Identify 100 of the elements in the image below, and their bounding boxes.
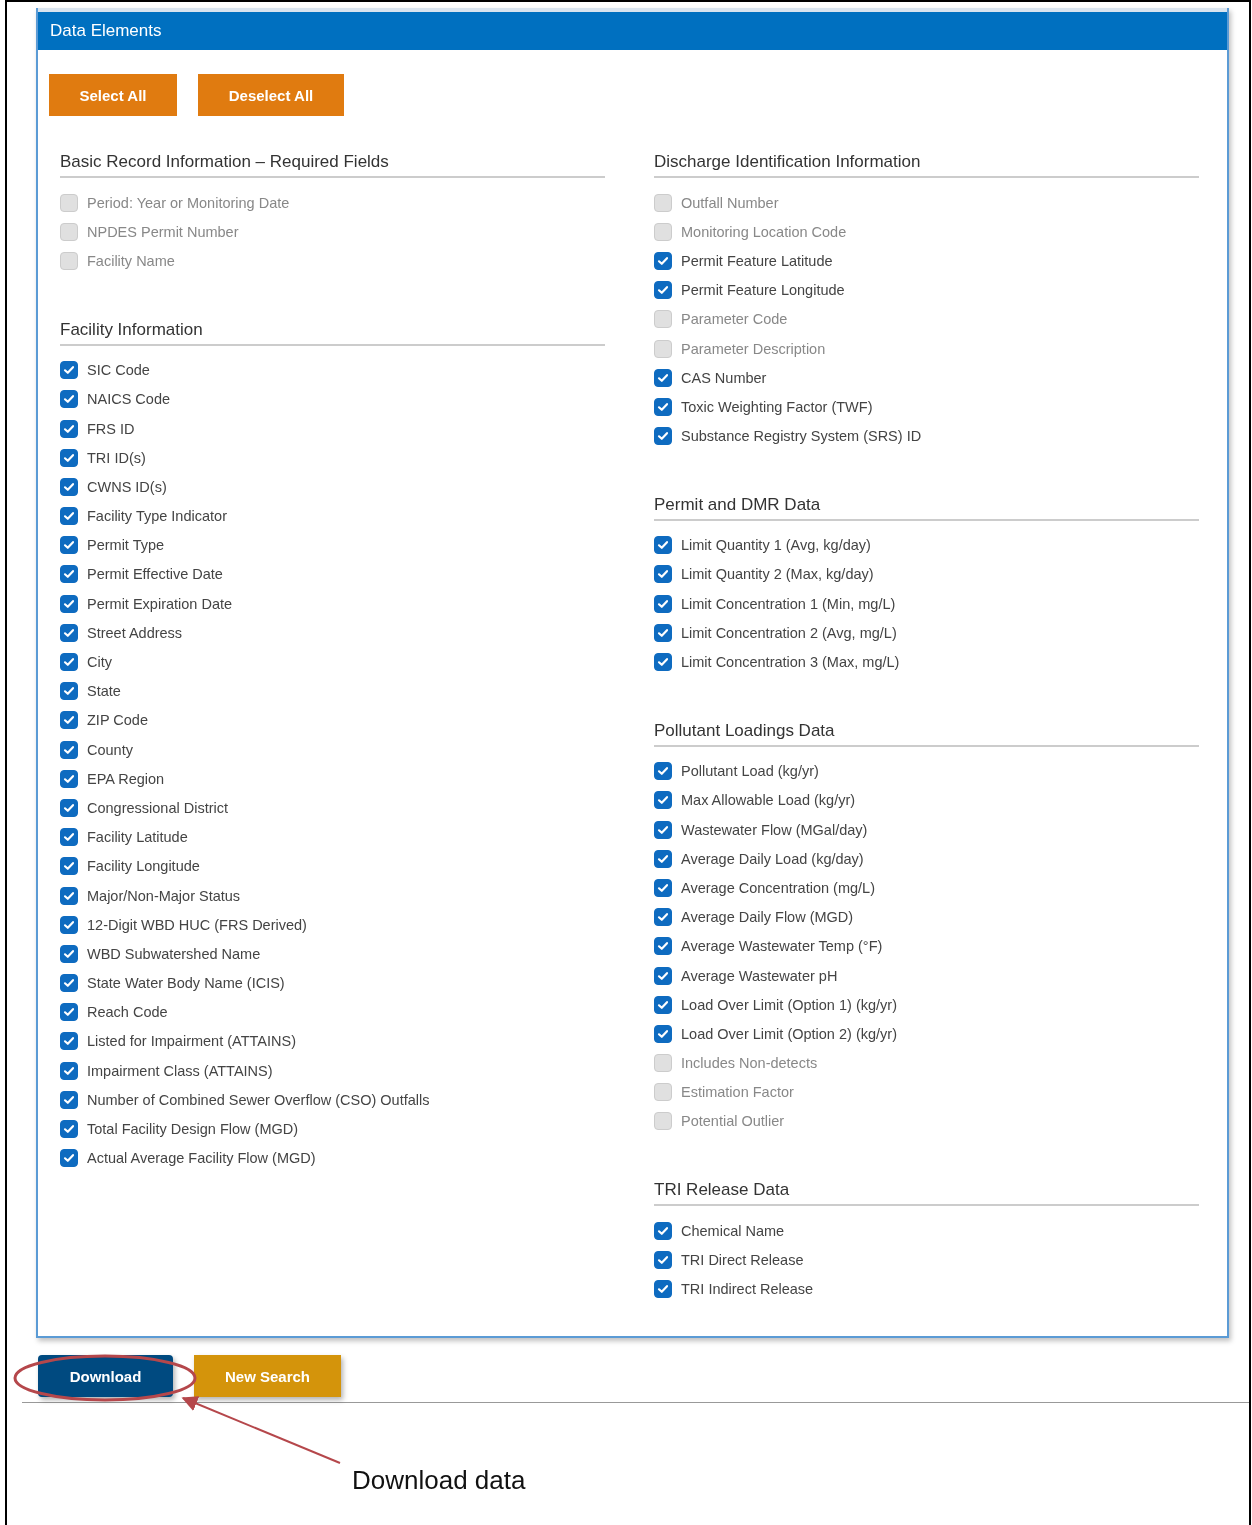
section-heading: Permit and DMR Data [654, 494, 1199, 521]
checkbox[interactable] [60, 1003, 78, 1022]
checkbox-label: Parameter Description [681, 340, 826, 357]
checkbox-label: EPA Region [87, 770, 165, 787]
checkbox-label: TRI Direct Release [681, 1251, 804, 1268]
checkbox-label: SIC Code [87, 362, 150, 379]
checkbox[interactable] [60, 798, 78, 817]
select-button[interactable]: Select All [49, 74, 177, 116]
checkbox[interactable] [654, 995, 672, 1014]
checkbox-label: Major/Non-Major Status [87, 887, 241, 904]
checkbox[interactable] [654, 1250, 672, 1269]
checkbox[interactable] [654, 908, 672, 927]
checkbox[interactable] [60, 915, 78, 934]
checkbox-label: CAS Number [681, 369, 767, 386]
checkbox-label: Total Facility Design Flow (MGD) [87, 1121, 299, 1138]
checkbox-label: Limit Quantity 1 (Avg, kg/day) [681, 537, 871, 554]
checkbox-label: Permit Expiration Date [87, 595, 233, 612]
checkbox[interactable] [60, 507, 78, 526]
checkbox[interactable] [654, 1221, 672, 1240]
select-button[interactable]: Deselect All [198, 74, 344, 116]
section-heading: TRI Release Data [654, 1180, 1199, 1207]
checkbox[interactable] [60, 448, 78, 467]
checkbox-label: Permit Feature Longitude [681, 282, 845, 299]
panel-title: Data Elements [50, 21, 162, 41]
checkbox[interactable] [60, 565, 78, 584]
checkbox-label: Impairment Class (ATTAINS) [87, 1062, 273, 1079]
checkbox[interactable] [60, 1061, 78, 1080]
checkbox[interactable] [60, 711, 78, 730]
annotation-text: Download data [352, 1465, 526, 1496]
checkbox[interactable] [60, 390, 78, 409]
checkbox[interactable] [654, 653, 672, 672]
checkbox[interactable] [60, 886, 78, 905]
checkbox-label: Load Over Limit (Option 1) (kg/yr) [681, 996, 897, 1013]
checkbox[interactable] [654, 368, 672, 387]
checkbox[interactable] [654, 966, 672, 985]
checkbox[interactable] [60, 944, 78, 963]
checkbox-label: CWNS ID(s) [87, 478, 167, 495]
new-search-button[interactable]: New Search [194, 1355, 341, 1397]
checkbox-label: Congressional District [87, 799, 229, 816]
checkbox[interactable] [60, 1032, 78, 1051]
checkbox[interactable] [60, 1149, 78, 1168]
checkbox[interactable] [654, 251, 672, 270]
checkbox-label: Facility Name [87, 252, 175, 269]
checkbox[interactable] [654, 820, 672, 839]
checkbox[interactable] [654, 762, 672, 781]
checkbox-label: Facility Type Indicator [87, 508, 227, 525]
section-heading: Discharge Identification Information [654, 152, 1199, 178]
checkbox[interactable] [654, 623, 672, 642]
checkbox-label: Parameter Code [681, 311, 788, 328]
section-heading: Facility Information [60, 319, 605, 346]
checkbox[interactable] [60, 419, 78, 438]
checkbox-label: Average Daily Load (kg/day) [681, 850, 864, 867]
checkbox-label: Limit Concentration 2 (Avg, mg/L) [681, 624, 897, 641]
checkbox[interactable] [60, 623, 78, 642]
checkbox[interactable] [60, 477, 78, 496]
checkbox[interactable] [60, 594, 78, 613]
checkbox[interactable] [60, 653, 78, 672]
checkbox[interactable] [654, 427, 672, 446]
checkbox-label: Estimation Factor [681, 1084, 794, 1101]
checkbox[interactable] [654, 1280, 672, 1299]
checkbox[interactable] [654, 937, 672, 956]
checkbox[interactable] [60, 740, 78, 759]
checkbox[interactable] [60, 361, 78, 380]
checkbox-label: Number of Combined Sewer Overflow (CSO) Outfalls [87, 1091, 430, 1108]
checkbox-label: Limit Quantity 2 (Max, kg/day) [681, 566, 874, 583]
checkbox-label: City [87, 654, 112, 671]
checkbox-label: WBD Subwatershed Name [87, 945, 261, 962]
checkbox-label: 12-Digit WBD HUC (FRS Derived) [87, 916, 307, 933]
checkbox[interactable] [60, 828, 78, 847]
checkbox-label: County [87, 741, 133, 758]
checkbox[interactable] [60, 769, 78, 788]
checkbox[interactable] [60, 857, 78, 876]
checkbox[interactable] [654, 791, 672, 810]
checkbox[interactable] [654, 281, 672, 300]
checkbox[interactable] [654, 565, 672, 584]
checkbox[interactable] [60, 974, 78, 993]
section-heading: Pollutant Loadings Data [654, 720, 1199, 747]
checkbox[interactable] [654, 594, 672, 613]
checkbox-label: Permit Effective Date [87, 566, 223, 583]
checkbox-label: State [87, 683, 121, 700]
checkbox[interactable] [654, 536, 672, 555]
checkbox-label: Actual Average Facility Flow (MGD) [87, 1150, 316, 1167]
checkbox[interactable] [654, 1024, 672, 1043]
checkbox-label: NPDES Permit Number [87, 223, 239, 240]
checkbox[interactable] [60, 536, 78, 555]
checkbox-label: Load Over Limit (Option 2) (kg/yr) [681, 1025, 897, 1042]
checkbox[interactable] [654, 849, 672, 868]
download-button[interactable]: Download [38, 1355, 173, 1397]
checkbox-label: Substance Registry System (SRS) ID [681, 428, 922, 445]
checkbox-label: Reach Code [87, 1004, 168, 1021]
checkbox[interactable] [60, 1120, 78, 1139]
checkbox-label: Permit Type [87, 537, 165, 554]
checkbox-label: Toxic Weighting Factor (TWF) [681, 398, 873, 415]
checkbox[interactable] [654, 397, 672, 416]
checkbox-label: Listed for Impairment (ATTAINS) [87, 1033, 296, 1050]
checkbox-label: State Water Body Name (ICIS) [87, 975, 285, 992]
checkbox[interactable] [60, 682, 78, 701]
checkbox[interactable] [60, 1090, 78, 1109]
checkbox[interactable] [654, 878, 672, 897]
checkbox-label: Average Concentration (mg/L) [681, 879, 875, 896]
